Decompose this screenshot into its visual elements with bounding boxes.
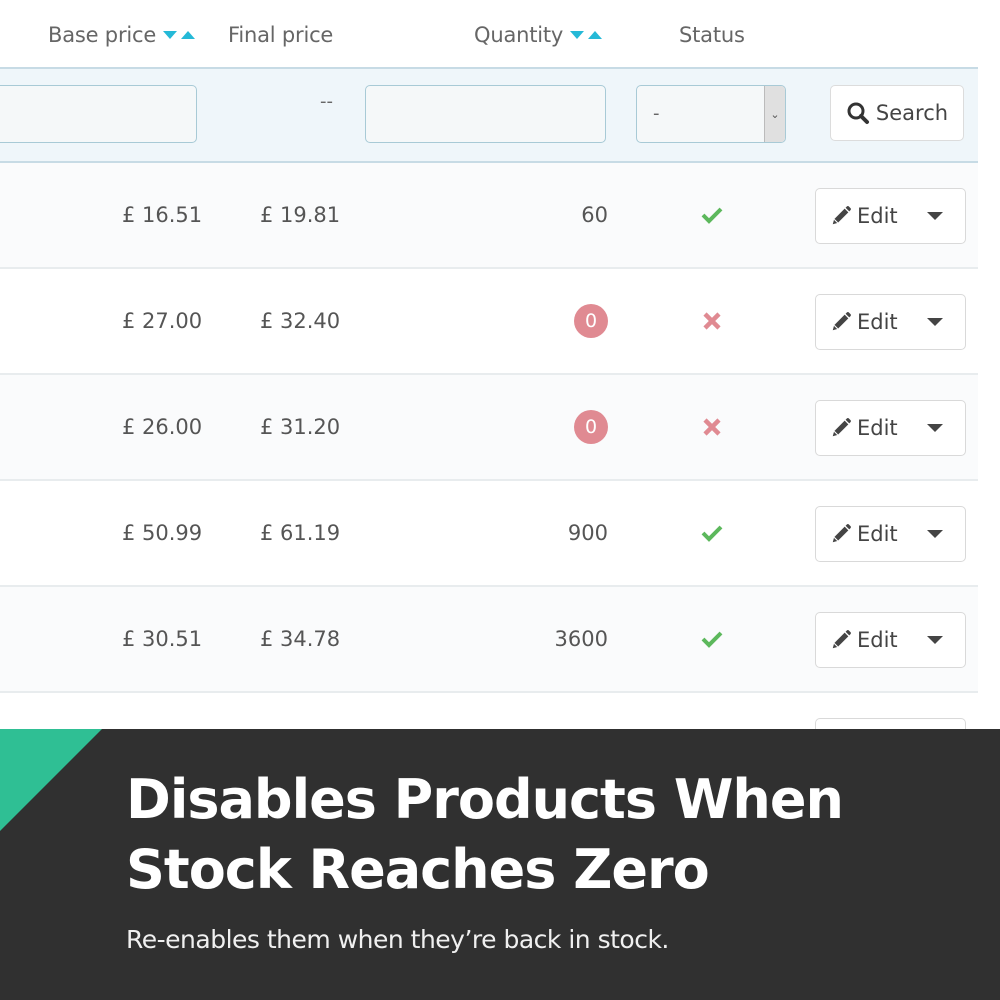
sort-asc-icon[interactable] bbox=[181, 31, 196, 39]
base-price-cell: £ 26.00 bbox=[122, 415, 203, 439]
base-price-cell: £ 16.51 bbox=[122, 203, 203, 227]
chevron-down-icon: ⌄ bbox=[764, 86, 785, 142]
column-header-final-price: Final price bbox=[228, 23, 333, 47]
caret-down-icon[interactable] bbox=[927, 318, 943, 326]
edit-button-label: Edit bbox=[857, 522, 898, 546]
table-row: £ 26.00 £ 31.20 0 Edit bbox=[0, 375, 978, 481]
pencil-icon bbox=[832, 312, 851, 331]
quantity-cell: 900 bbox=[567, 521, 608, 545]
edit-button-label: Edit bbox=[857, 204, 898, 228]
base-price-cell: £ 30.51 bbox=[122, 627, 203, 651]
table-row: £ 16.51 £ 19.81 60 Edit bbox=[0, 163, 978, 269]
caret-down-icon[interactable] bbox=[927, 636, 943, 644]
pencil-icon bbox=[832, 524, 851, 543]
sort-desc-icon[interactable] bbox=[570, 31, 585, 39]
filter-row: -- - ⌄ Search bbox=[0, 67, 978, 163]
quantity-cell: 3600 bbox=[554, 627, 608, 651]
table-row: £ 27.00 £ 32.40 0 Edit bbox=[0, 269, 978, 375]
cross-icon bbox=[703, 418, 721, 436]
quantity-cell: 0 bbox=[574, 375, 608, 479]
quantity-cell: 60 bbox=[581, 203, 608, 227]
status-cell[interactable] bbox=[698, 269, 726, 373]
final-price-filter-placeholder: -- bbox=[320, 91, 333, 112]
column-header-status: Status bbox=[679, 23, 745, 47]
check-icon bbox=[701, 631, 723, 648]
final-price-cell: £ 31.20 bbox=[260, 415, 341, 439]
sort-controls bbox=[570, 31, 603, 39]
edit-button[interactable]: Edit bbox=[815, 400, 966, 456]
table-header: Base price Final price Quantity Status bbox=[0, 0, 978, 68]
promo-banner: Disables Products When Stock Reaches Zer… bbox=[0, 729, 1000, 1000]
base-price-cell: £ 50.99 bbox=[122, 521, 203, 545]
status-cell[interactable] bbox=[698, 587, 726, 691]
base-price-filter-input[interactable] bbox=[0, 85, 197, 143]
base-price-cell: £ 27.00 bbox=[122, 309, 203, 333]
product-table: Base price Final price Quantity Status -… bbox=[0, 0, 978, 730]
caret-down-icon[interactable] bbox=[927, 212, 943, 220]
edit-button[interactable]: Edit bbox=[815, 294, 966, 350]
final-price-cell: £ 34.78 bbox=[260, 627, 341, 651]
edit-button-label: Edit bbox=[857, 310, 898, 334]
table-row: £ 50.99 £ 61.19 900 Edit bbox=[0, 481, 978, 587]
final-price-cell: £ 19.81 bbox=[260, 203, 341, 227]
column-label: Quantity bbox=[474, 23, 564, 47]
column-header-quantity[interactable]: Quantity bbox=[474, 23, 603, 47]
status-cell[interactable] bbox=[698, 481, 726, 585]
cross-icon bbox=[703, 312, 721, 330]
edit-button[interactable]: Edit bbox=[815, 612, 966, 668]
status-cell[interactable] bbox=[698, 163, 726, 267]
status-filter-value: - bbox=[653, 103, 660, 124]
final-price-cell: £ 32.40 bbox=[260, 309, 341, 333]
edit-button-label: Edit bbox=[857, 628, 898, 652]
caret-down-icon[interactable] bbox=[927, 530, 943, 538]
out-of-stock-badge: 0 bbox=[574, 410, 608, 444]
column-label: Final price bbox=[228, 23, 334, 47]
column-label: Status bbox=[679, 23, 745, 47]
pencil-icon bbox=[832, 206, 851, 225]
quantity-filter-input[interactable] bbox=[365, 85, 606, 143]
banner-subline: Re-enables them when they’re back in sto… bbox=[126, 925, 669, 954]
edit-button-label: Edit bbox=[857, 416, 898, 440]
sort-asc-icon[interactable] bbox=[588, 31, 603, 39]
search-button-label: Search bbox=[875, 101, 949, 125]
check-icon bbox=[701, 207, 723, 224]
pencil-icon bbox=[832, 418, 851, 437]
status-filter-select[interactable]: - ⌄ bbox=[636, 85, 786, 143]
accent-triangle bbox=[0, 729, 102, 831]
pencil-icon bbox=[832, 630, 851, 649]
search-button[interactable]: Search bbox=[830, 85, 964, 141]
edit-button[interactable]: Edit bbox=[815, 188, 966, 244]
check-icon bbox=[701, 525, 723, 542]
sort-controls bbox=[163, 31, 196, 39]
search-icon bbox=[847, 102, 869, 124]
caret-down-icon[interactable] bbox=[927, 424, 943, 432]
out-of-stock-badge: 0 bbox=[574, 304, 608, 338]
table-row: £ 30.51 £ 34.78 3600 Edit bbox=[0, 587, 978, 693]
sort-desc-icon[interactable] bbox=[163, 31, 178, 39]
status-cell[interactable] bbox=[698, 375, 726, 479]
final-price-cell: £ 61.19 bbox=[260, 521, 341, 545]
column-label: Base price bbox=[48, 23, 157, 47]
edit-button[interactable]: Edit bbox=[815, 506, 966, 562]
quantity-cell: 0 bbox=[574, 269, 608, 373]
banner-headline: Disables Products When Stock Reaches Zer… bbox=[126, 768, 844, 901]
column-header-base-price[interactable]: Base price bbox=[48, 23, 196, 47]
